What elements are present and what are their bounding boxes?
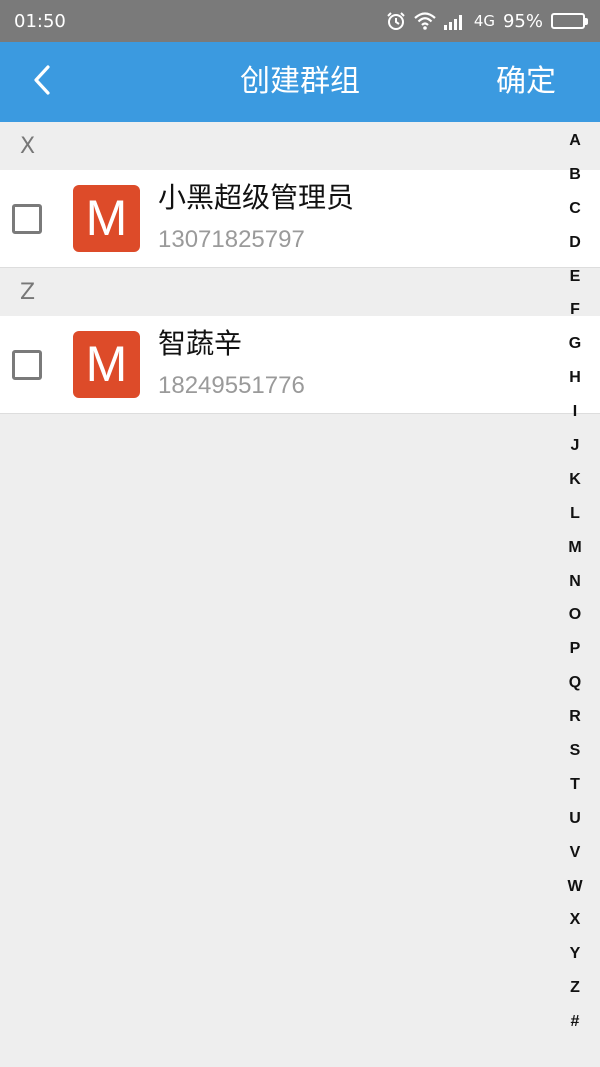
confirm-button[interactable]: 确定 <box>496 42 556 122</box>
index-letter-hash[interactable]: # <box>555 1005 595 1039</box>
index-letter-y[interactable]: Y <box>555 937 595 971</box>
index-letter-q[interactable]: Q <box>555 666 595 700</box>
battery-icon <box>551 13 588 29</box>
index-letter-v[interactable]: V <box>555 836 595 870</box>
index-letter-g[interactable]: G <box>555 327 595 361</box>
index-letter-p[interactable]: P <box>555 632 595 666</box>
index-letter-w[interactable]: W <box>555 870 595 904</box>
index-letter-l[interactable]: L <box>555 497 595 531</box>
index-letter-b[interactable]: B <box>555 158 595 192</box>
select-checkbox[interactable] <box>12 204 42 234</box>
app-bar: 创建群组 确定 <box>0 42 600 122</box>
contact-phone: 18249551776 <box>158 372 305 399</box>
index-letter-j[interactable]: J <box>555 429 595 463</box>
index-letter-n[interactable]: N <box>555 565 595 599</box>
contact-name: 智蔬辛 <box>158 327 243 360</box>
status-time: 01:50 <box>14 10 66 32</box>
index-letter-h[interactable]: H <box>555 361 595 395</box>
back-button[interactable] <box>22 62 62 102</box>
index-letter-f[interactable]: F <box>555 293 595 327</box>
index-letter-s[interactable]: S <box>555 734 595 768</box>
status-bar: 01:50 4G 95% <box>0 0 600 42</box>
index-letter-e[interactable]: E <box>555 260 595 294</box>
status-icons: 4G 95% <box>386 11 588 32</box>
avatar: M <box>73 331 140 398</box>
select-checkbox[interactable] <box>12 350 42 380</box>
section-header-z: Z <box>0 268 600 316</box>
index-letter-o[interactable]: O <box>555 598 595 632</box>
avatar: M <box>73 185 140 252</box>
index-letter-x[interactable]: X <box>555 903 595 937</box>
index-letter-c[interactable]: C <box>555 192 595 226</box>
index-letter-z[interactable]: Z <box>555 971 595 1005</box>
battery-percent: 95% <box>502 10 543 32</box>
index-letter-i[interactable]: I <box>555 395 595 429</box>
alphabet-index-bar[interactable]: A B C D E F G H I J K L M N O P Q R S T … <box>555 124 595 1039</box>
signal-icon <box>443 12 466 30</box>
index-letter-t[interactable]: T <box>555 768 595 802</box>
contact-name: 小黑超级管理员 <box>158 181 355 214</box>
chevron-left-icon <box>32 64 52 100</box>
index-letter-r[interactable]: R <box>555 700 595 734</box>
contact-row[interactable]: M 小黑超级管理员 13071825797 <box>0 170 600 268</box>
contact-list: X M 小黑超级管理员 13071825797 Z M 智蔬辛 18249551… <box>0 122 600 414</box>
network-type: 4G <box>473 12 495 30</box>
index-letter-d[interactable]: D <box>555 226 595 260</box>
alarm-icon <box>386 11 406 31</box>
contact-row[interactable]: M 智蔬辛 18249551776 <box>0 316 600 414</box>
index-letter-k[interactable]: K <box>555 463 595 497</box>
index-letter-a[interactable]: A <box>555 124 595 158</box>
index-letter-u[interactable]: U <box>555 802 595 836</box>
contact-phone: 13071825797 <box>158 226 305 253</box>
section-header-x: X <box>0 122 600 170</box>
wifi-icon <box>414 12 436 30</box>
index-letter-m[interactable]: M <box>555 531 595 565</box>
